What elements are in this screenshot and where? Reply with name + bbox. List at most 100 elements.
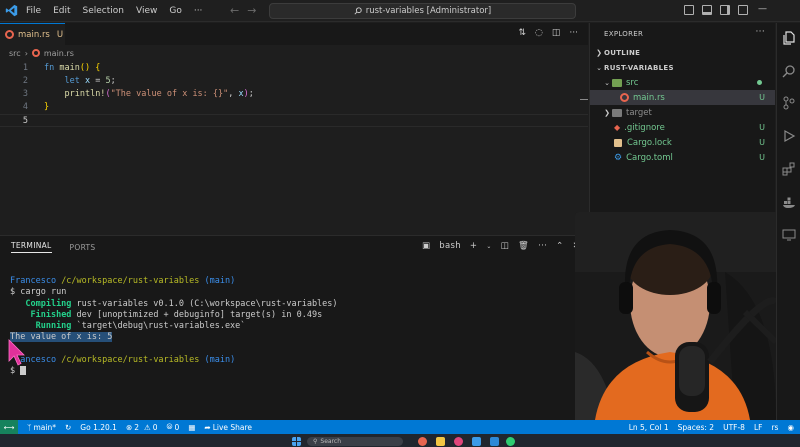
split-terminal-icon[interactable]: ◫ xyxy=(501,241,509,251)
status-branch-label: main* xyxy=(33,422,57,432)
app-icon[interactable] xyxy=(418,437,427,446)
tree-item-gitignore[interactable]: ◆ .gitignore U xyxy=(590,120,775,135)
rust-file-icon xyxy=(620,93,629,102)
status-encoding[interactable]: UTF-8 xyxy=(723,423,745,432)
trash-icon[interactable]: 🗑︎ xyxy=(518,241,529,251)
vscode-logo-icon xyxy=(5,4,18,17)
terminal-cursor xyxy=(20,366,27,376)
toggle-primary-sidebar-icon[interactable] xyxy=(684,5,694,15)
tree-item-target[interactable]: ❯ target xyxy=(590,105,775,120)
chevron-right-icon: ❯ xyxy=(596,48,602,57)
chevron-down-icon[interactable]: ⌄ xyxy=(486,243,491,250)
history-nav: ← → xyxy=(230,4,256,17)
status-sync[interactable]: ↻ xyxy=(65,423,71,432)
breadcrumb-folder[interactable]: src xyxy=(9,49,21,58)
command-center[interactable]: rust-variables [Administrator] xyxy=(269,3,576,19)
panel-tabs: TERMINAL PORTS ▣ bash + ⌄ ◫ 🗑︎ ··· ⌃ ✕ xyxy=(0,236,588,258)
search-icon[interactable] xyxy=(782,64,796,78)
outline-section[interactable]: ❯ OUTLINE xyxy=(590,45,775,60)
editor-actions: ⇅ ◌ ◫ ··· xyxy=(518,28,578,38)
status-position[interactable]: Ln 5, Col 1 xyxy=(629,423,669,432)
os-taskbar: ⚲ Search xyxy=(0,434,800,447)
status-live-share[interactable]: ➦ Live Share xyxy=(204,423,252,432)
more-actions-icon[interactable]: ··· xyxy=(538,241,547,251)
minimize-icon[interactable]: — xyxy=(758,4,767,14)
folder-icon[interactable] xyxy=(436,437,445,446)
menu-view[interactable]: View xyxy=(136,6,157,16)
editor-tab-main-rs[interactable]: main.rs U xyxy=(0,23,65,45)
vscode-icon[interactable] xyxy=(472,437,481,446)
menu-go[interactable]: Go xyxy=(169,6,181,16)
toggle-secondary-sidebar-icon[interactable] xyxy=(720,5,730,15)
status-go-version[interactable]: Go 1.20.1 xyxy=(80,423,117,432)
menu-edit[interactable]: Edit xyxy=(53,6,70,16)
menu-selection[interactable]: Selection xyxy=(83,6,124,16)
compare-changes-icon[interactable]: ⇅ xyxy=(518,28,526,38)
back-arrow-icon[interactable]: ← xyxy=(230,4,239,17)
terminal-label: Compiling xyxy=(25,298,72,309)
explorer-title: EXPLORER xyxy=(604,30,644,38)
mouse-pointer-icon xyxy=(8,339,25,366)
tree-item-src[interactable]: ⌄ src xyxy=(590,75,775,90)
status-notifications[interactable]: ◉ xyxy=(787,423,794,432)
menu-file[interactable]: File xyxy=(26,6,41,16)
menu-bar: File Edit Selection View Go ··· xyxy=(26,0,202,22)
code-line: 4 } xyxy=(0,101,588,114)
terminal-label: Finished xyxy=(30,309,72,320)
shell-name[interactable]: bash xyxy=(439,241,461,251)
status-ports[interactable]: ⦾ 0 xyxy=(167,422,180,432)
app-icon[interactable] xyxy=(490,437,499,446)
taskbar-search[interactable]: ⚲ Search xyxy=(307,437,403,446)
status-branch[interactable]: ᛉ main* xyxy=(27,423,56,432)
source-control-icon[interactable] xyxy=(782,96,796,110)
status-spaces[interactable]: Spaces: 2 xyxy=(678,423,714,432)
modified-dot-icon xyxy=(757,80,762,85)
code-token: () xyxy=(79,63,91,73)
status-problems[interactable]: ⊗ 2 ⚠ 0 xyxy=(126,423,158,432)
explorer-sidebar: EXPLORER ··· ❯ OUTLINE ⌄ RUST-VARIABLES … xyxy=(589,23,775,235)
forward-arrow-icon[interactable]: → xyxy=(247,4,256,17)
breadcrumb-file[interactable]: main.rs xyxy=(44,49,74,58)
customize-layout-icon[interactable] xyxy=(738,5,748,15)
editor-area: main.rs U ⇅ ◌ ◫ ··· src › main.rs 1 fn m… xyxy=(0,23,588,235)
toggle-panel-icon[interactable] xyxy=(702,5,712,15)
app-icon[interactable] xyxy=(454,437,463,446)
maximize-panel-icon[interactable]: ⌃ xyxy=(556,241,563,251)
docker-icon[interactable] xyxy=(782,195,796,209)
status-docker[interactable]: ▦ xyxy=(188,423,195,432)
status-eol[interactable]: LF xyxy=(754,423,763,432)
new-terminal-icon[interactable]: + xyxy=(470,241,477,251)
code-line-current: 5 xyxy=(0,114,588,127)
status-language[interactable]: rs xyxy=(771,423,778,432)
tree-item-cargo-toml[interactable]: ⚙ Cargo.toml U xyxy=(590,150,775,165)
terminal-line: `target\debug\rust-variables.exe` xyxy=(71,321,246,332)
more-actions-icon[interactable]: ··· xyxy=(756,27,765,37)
tab-terminal[interactable]: TERMINAL xyxy=(11,241,52,253)
tree-item-cargo-lock[interactable]: Cargo.lock U xyxy=(590,135,775,150)
windows-start-icon[interactable] xyxy=(292,437,301,446)
line-number: 1 xyxy=(22,63,28,73)
terminal-output[interactable]: Francesco /c/workspace/rust-variables (m… xyxy=(10,276,338,378)
code-line: 3 println!("The value of x is: {}", x); xyxy=(0,88,588,101)
broadcast-icon: ⦾ xyxy=(166,422,173,431)
code-editor[interactable]: 1 fn main() { 2 let x = 5; 3 println!("T… xyxy=(0,62,588,127)
run-debug-icon[interactable] xyxy=(782,129,796,143)
project-section[interactable]: ⌄ RUST-VARIABLES xyxy=(590,60,775,75)
menu-more[interactable]: ··· xyxy=(194,6,203,16)
rust-file-icon xyxy=(5,30,14,39)
live-share-icon: ➦ xyxy=(204,422,211,432)
tree-item-main-rs[interactable]: main.rs U xyxy=(590,90,775,105)
open-changes-icon[interactable]: ◌ xyxy=(535,28,543,38)
tab-ports[interactable]: PORTS xyxy=(70,243,96,252)
more-actions-icon[interactable]: ··· xyxy=(569,28,578,38)
code-token: fn xyxy=(44,63,55,73)
extensions-icon[interactable] xyxy=(782,162,796,176)
remote-explorer-icon[interactable] xyxy=(782,228,796,242)
split-editor-icon[interactable]: ◫ xyxy=(552,28,561,38)
code-line: 2 let x = 5; xyxy=(0,75,588,88)
tab-git-status: U xyxy=(56,29,64,40)
remote-indicator[interactable]: ⟷ xyxy=(0,420,18,434)
files-icon[interactable] xyxy=(782,31,796,45)
git-status-badge: U xyxy=(759,153,765,162)
app-icon[interactable] xyxy=(506,437,515,446)
